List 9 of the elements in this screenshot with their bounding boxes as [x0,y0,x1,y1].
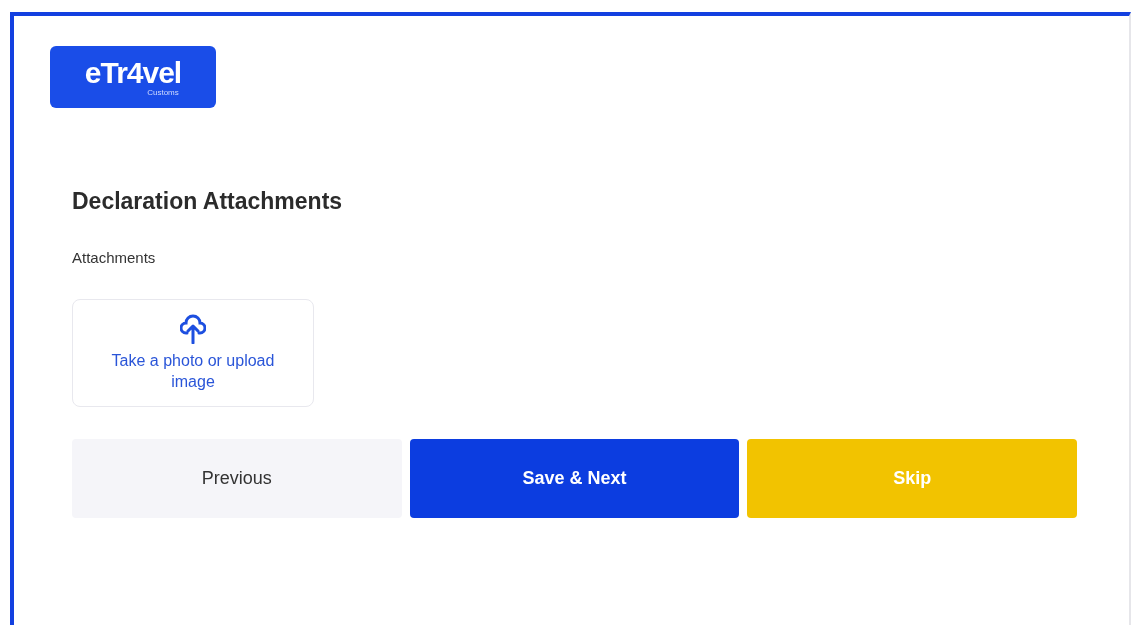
previous-button[interactable]: Previous [72,439,402,518]
upload-area[interactable]: Take a photo or upload image [72,299,314,407]
logo-name: eTr4vel [84,57,182,88]
cloud-upload-icon [180,314,206,344]
field-label: Attachments [72,249,156,266]
logo-subtitle: Customs [147,87,179,97]
save-next-button[interactable]: Save & Next [409,439,740,518]
upload-text: Take a photo or upload image [110,351,276,392]
section-title: Declaration Attachments [72,188,344,215]
